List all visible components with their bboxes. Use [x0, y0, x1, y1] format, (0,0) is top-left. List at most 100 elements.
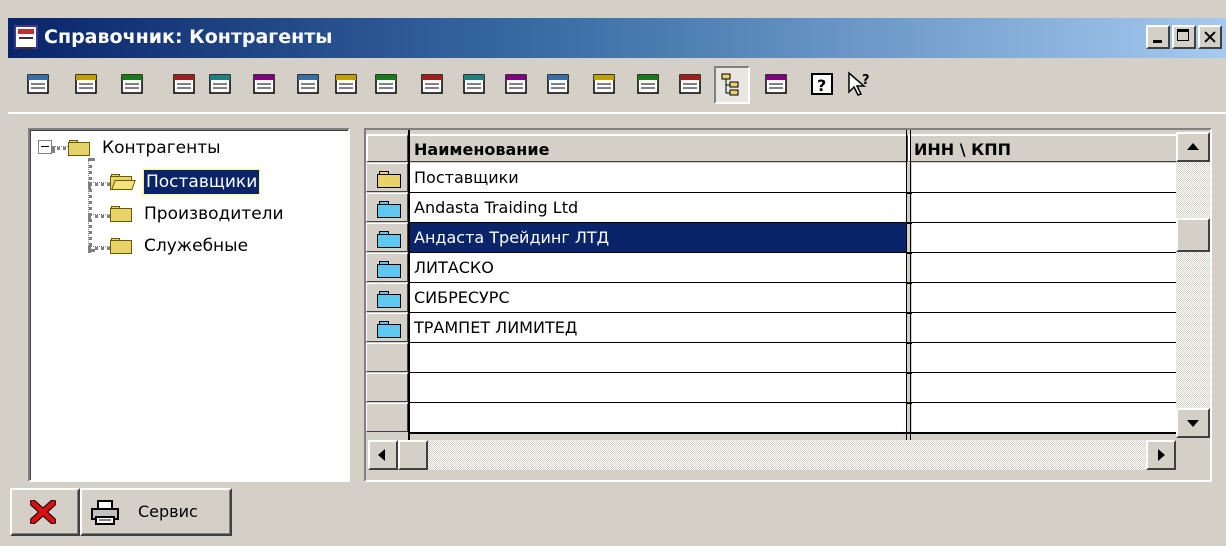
- row-indicator[interactable]: [366, 223, 408, 252]
- column-separator: [910, 130, 911, 440]
- context-help-button[interactable]: ?: [846, 70, 874, 98]
- cell-inn[interactable]: [912, 223, 1178, 252]
- cell-name[interactable]: ЛИТАСКО: [410, 253, 906, 282]
- sort-icon: [463, 74, 485, 94]
- find-icon: [173, 74, 195, 94]
- service-button[interactable]: Сервис: [80, 488, 232, 536]
- close-window-button[interactable]: [1198, 25, 1222, 49]
- table-row[interactable]: [366, 343, 1178, 374]
- sort-button[interactable]: [460, 70, 488, 98]
- groups-tree[interactable]: Контрагенты Поставщики Производители Служе…: [28, 128, 350, 482]
- move-to-group-button[interactable]: [332, 70, 360, 98]
- vertical-scrollbar[interactable]: [1176, 132, 1210, 438]
- help-button[interactable]: ?: [808, 70, 836, 98]
- tree-connector: [88, 158, 92, 252]
- table-row[interactable]: СИБРЕСУРС: [366, 283, 1178, 314]
- column-header-name[interactable]: Наименование: [408, 134, 908, 162]
- cell-name[interactable]: Andasta Traiding Ltd: [410, 193, 906, 222]
- cell-inn[interactable]: [912, 283, 1178, 312]
- horizontal-scrollbar[interactable]: [368, 440, 1176, 470]
- cell-name[interactable]: ТРАМПЕТ ЛИМИТЕД: [410, 313, 906, 342]
- row-indicator[interactable]: [366, 373, 408, 402]
- filter-button[interactable]: [418, 70, 446, 98]
- scrollbar-corner: [1176, 440, 1210, 470]
- window-title: Справочник: Контрагенты: [44, 26, 333, 48]
- copy-button[interactable]: [590, 70, 618, 98]
- cell-name[interactable]: [410, 343, 906, 372]
- row-indicator[interactable]: [366, 313, 408, 342]
- collapse-toggle-icon[interactable]: [38, 140, 52, 154]
- row-indicator[interactable]: [366, 283, 408, 312]
- row-indicator[interactable]: [366, 403, 408, 432]
- hscroll-thumb[interactable]: [398, 440, 428, 470]
- cell-inn[interactable]: [912, 373, 1178, 402]
- cell-inn[interactable]: [912, 403, 1178, 432]
- table-row[interactable]: ЛИТАСКО: [366, 253, 1178, 284]
- copy-row-icon: [297, 74, 319, 94]
- add-row-button[interactable]: [206, 70, 234, 98]
- table-row[interactable]: [366, 403, 1178, 434]
- copy-row-button[interactable]: [294, 70, 322, 98]
- context-help-icon: ?: [848, 71, 870, 96]
- cell-name[interactable]: [410, 403, 906, 432]
- copy-icon: [593, 74, 615, 94]
- scroll-right-button[interactable]: [1146, 440, 1176, 470]
- scroll-left-button[interactable]: [368, 440, 398, 470]
- red-x-icon: [30, 500, 56, 524]
- row-indicator[interactable]: [366, 253, 408, 282]
- table-row[interactable]: Andasta Traiding Ltd: [366, 193, 1178, 224]
- tree-node-label: Служебные: [144, 236, 249, 256]
- close-button[interactable]: [10, 488, 80, 536]
- delete-row-icon: [253, 74, 275, 94]
- tree-view-icon: [721, 73, 739, 96]
- properties-button[interactable]: [634, 70, 662, 98]
- new-item-button[interactable]: [24, 70, 52, 98]
- window-app-icon[interactable]: [14, 25, 38, 49]
- list-view-button[interactable]: [762, 70, 790, 98]
- move-icon: [505, 74, 527, 94]
- cell-inn[interactable]: [912, 343, 1178, 372]
- level-down-button[interactable]: [372, 70, 400, 98]
- svg-text:?: ?: [862, 73, 870, 88]
- edit-icon: [121, 74, 143, 94]
- cell-name[interactable]: [410, 373, 906, 402]
- cell-name[interactable]: Поставщики: [410, 163, 906, 192]
- title-bar[interactable]: Справочник: Контрагенты: [8, 18, 1226, 58]
- toolbar: ??: [10, 62, 1224, 110]
- row-indicator[interactable]: [366, 193, 408, 222]
- cell-inn[interactable]: [912, 193, 1178, 222]
- scroll-thumb[interactable]: [1176, 218, 1210, 252]
- delete-row-button[interactable]: [250, 70, 278, 98]
- cell-inn[interactable]: [912, 163, 1178, 192]
- edit-button[interactable]: [118, 70, 146, 98]
- cell-inn[interactable]: [912, 253, 1178, 282]
- row-indicator[interactable]: [366, 343, 408, 372]
- maximize-button[interactable]: [1172, 25, 1196, 49]
- items-grid[interactable]: Наименование ИНН \ КПП Поставщики Andasta…: [364, 128, 1212, 482]
- cell-name[interactable]: СИБРЕСУРС: [410, 283, 906, 312]
- row-indicator[interactable]: [366, 163, 408, 192]
- grid-corner-header[interactable]: [366, 134, 408, 162]
- filter-icon: [421, 74, 443, 94]
- table-row[interactable]: Андаста Трейдинг ЛТД: [366, 223, 1178, 254]
- refresh-button[interactable]: [676, 70, 704, 98]
- find-button[interactable]: [170, 70, 198, 98]
- scroll-down-button[interactable]: [1176, 408, 1210, 438]
- cell-name[interactable]: Андаста Трейдинг ЛТД: [410, 223, 906, 252]
- table-row[interactable]: Поставщики: [366, 163, 1178, 194]
- mark-button[interactable]: [544, 70, 572, 98]
- tree-node-label: Производители: [144, 204, 284, 224]
- tree-view-button[interactable]: [714, 66, 750, 104]
- move-button[interactable]: [502, 70, 530, 98]
- scroll-up-button[interactable]: [1176, 132, 1210, 162]
- arrow-left-icon: [378, 449, 385, 461]
- folder-icon: [110, 238, 134, 254]
- table-row[interactable]: ТРАМПЕТ ЛИМИТЕД: [366, 313, 1178, 344]
- column-header-inn[interactable]: ИНН \ КПП: [908, 134, 1178, 162]
- minimize-button[interactable]: [1146, 25, 1170, 49]
- cell-inn[interactable]: [912, 313, 1178, 342]
- item-folder-icon: [377, 201, 401, 218]
- table-row[interactable]: [366, 373, 1178, 404]
- new-item-icon: [27, 74, 49, 94]
- new-group-button[interactable]: [72, 70, 100, 98]
